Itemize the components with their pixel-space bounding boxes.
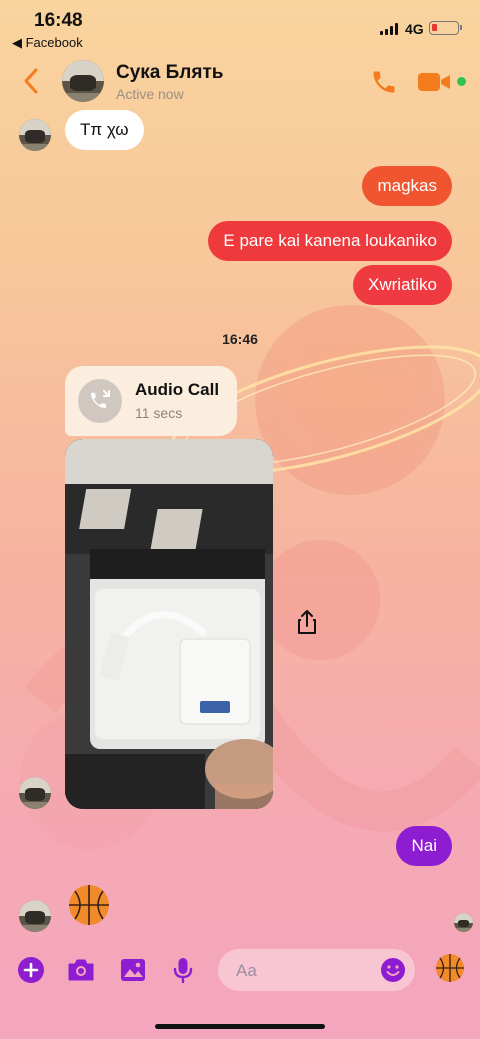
- message-bubble-outgoing[interactable]: Xwriatiko: [353, 265, 452, 305]
- video-call-button[interactable]: [417, 70, 453, 94]
- back-button[interactable]: [18, 66, 46, 96]
- message-bubble-incoming[interactable]: Τπ χω: [65, 110, 144, 150]
- back-chevron-icon: [24, 68, 38, 94]
- basketball-icon: [69, 885, 109, 925]
- message-bubble-outgoing[interactable]: Nai: [396, 826, 452, 866]
- quick-reaction-button[interactable]: [435, 953, 465, 983]
- voice-message-button[interactable]: [168, 955, 198, 985]
- contact-name[interactable]: Сука Блять: [116, 62, 223, 84]
- phone-icon: [373, 71, 395, 93]
- message-bubble-outgoing[interactable]: E pare kai kanena loukaniko: [208, 221, 452, 261]
- missed-call-icon: [91, 390, 110, 408]
- call-icon-circle: [78, 379, 122, 423]
- active-status: Active now: [116, 86, 184, 102]
- conversation-header: Сука Блять Active now: [0, 56, 480, 108]
- status-bar: 16:48 ◀ Facebook 4G: [0, 0, 480, 54]
- audio-call-button[interactable]: [370, 68, 398, 96]
- message-composer: Aa: [0, 945, 480, 995]
- camera-button[interactable]: [66, 955, 96, 985]
- plus-icon: [18, 957, 44, 983]
- emoji-button[interactable]: [380, 957, 406, 983]
- back-to-app-link[interactable]: ◀ Facebook: [12, 35, 83, 51]
- camera-icon: [68, 959, 94, 981]
- contact-avatar-small[interactable]: [19, 777, 51, 809]
- basketball-icon: [436, 954, 464, 982]
- image-icon: [121, 959, 145, 981]
- photo-message[interactable]: [65, 439, 273, 809]
- seen-receipt-avatar: [454, 913, 473, 932]
- message-bubble-outgoing[interactable]: magkas: [362, 166, 452, 206]
- share-icon: [298, 610, 316, 634]
- network-type: 4G: [405, 21, 424, 37]
- message-timestamp: 16:46: [222, 331, 258, 347]
- signal-icon: [380, 23, 400, 35]
- home-indicator[interactable]: [155, 1024, 325, 1029]
- message-input-placeholder: Aa: [236, 961, 257, 980]
- photo-content: [65, 439, 273, 809]
- clock: 16:48: [34, 10, 83, 31]
- call-title: Audio Call: [135, 380, 220, 399]
- call-duration: 11 secs: [135, 405, 183, 421]
- more-actions-button[interactable]: [16, 955, 46, 985]
- video-camera-icon: [418, 73, 450, 91]
- contact-avatar[interactable]: [62, 60, 104, 102]
- message-input[interactable]: Aa: [218, 949, 415, 991]
- contact-avatar-small[interactable]: [19, 119, 51, 151]
- online-indicator: [456, 76, 467, 87]
- contact-avatar-small[interactable]: [19, 900, 51, 932]
- audio-call-card[interactable]: Audio Call 11 secs: [65, 366, 237, 436]
- smiley-icon: [381, 958, 405, 982]
- share-button[interactable]: [288, 604, 326, 642]
- battery-icon: [429, 21, 462, 35]
- microphone-icon: [173, 958, 193, 984]
- gallery-button[interactable]: [118, 955, 148, 985]
- basketball-sticker-message[interactable]: [68, 884, 110, 926]
